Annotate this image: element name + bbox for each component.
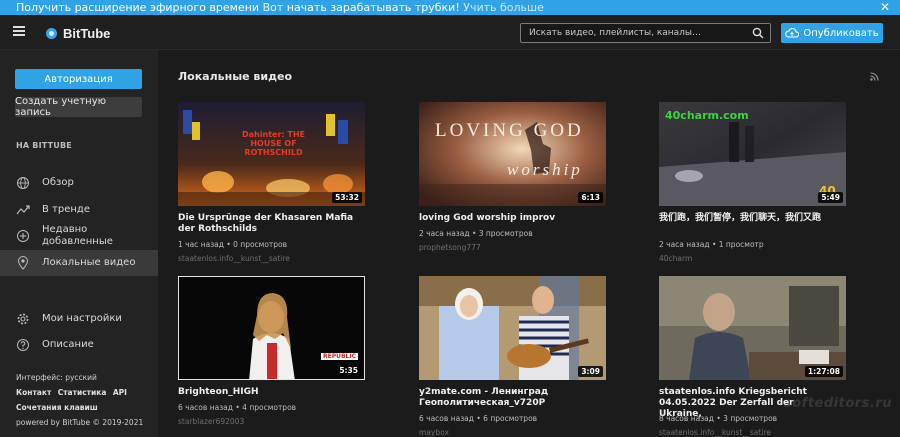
close-icon[interactable]: ✕ xyxy=(880,0,890,15)
video-duration: 5:35 xyxy=(336,365,361,376)
video-thumbnail[interactable]: 1:27:08 xyxy=(659,276,846,380)
page-title: Локальные видео xyxy=(178,70,293,83)
powered-by: powered by BitTube © 2019-2021 xyxy=(16,418,144,427)
menu-icon[interactable] xyxy=(13,26,25,36)
video-title[interactable]: Die Ursprünge der Khasaren Mafia der Rot… xyxy=(178,213,358,235)
video-thumbnail[interactable]: 40charm.com 40 5:49 xyxy=(659,102,846,206)
video-duration: 1:27:08 xyxy=(804,366,843,377)
login-button[interactable]: Авторизация xyxy=(15,69,142,89)
rss-icon[interactable] xyxy=(870,72,879,81)
video-title[interactable]: loving God worship improv xyxy=(419,213,599,224)
video-author[interactable]: staatenlos.info__kunst__satire xyxy=(178,254,290,263)
video-thumbnail[interactable]: Dahinter: THE HOUSE OF ROTHSCHILD 53:32 xyxy=(178,102,365,206)
create-account-button[interactable]: Создать учетную запись xyxy=(15,96,142,118)
video-meta: 2 часа назад • 3 просмотров xyxy=(419,229,533,238)
sidebar-item-local-videos[interactable]: Локальные видео xyxy=(0,250,158,276)
banner-text-1: Получить расширение эфирного времени xyxy=(16,1,260,14)
sidebar-item-settings[interactable]: Мои настройки xyxy=(0,308,158,330)
video-thumbnail[interactable]: LOVING GOD worship 6:13 xyxy=(419,102,606,206)
video-title[interactable]: Brighteon_HIGH xyxy=(178,387,358,398)
sidebar-item-overview[interactable]: Обзор xyxy=(0,172,158,194)
thumbnail-overlay-text: Dahinter: THE HOUSE OF ROTHSCHILD xyxy=(242,130,305,157)
banner-link-learn-more[interactable]: Учить больше xyxy=(463,1,544,14)
watermark: softeditors.ru xyxy=(784,396,893,411)
video-duration: 53:32 xyxy=(332,192,362,203)
sidebar-item-trending[interactable]: В тренде xyxy=(0,199,158,221)
footer-link-stats[interactable]: Статистика xyxy=(58,388,107,397)
cloud-upload-icon xyxy=(785,28,800,38)
sidebar-item-label: Мои настройки xyxy=(42,313,122,324)
logo-text: BitTube xyxy=(63,25,111,41)
video-meta: 1 час назад • 0 просмотров xyxy=(178,240,288,249)
video-meta: 6 часов назад • 6 просмотров xyxy=(419,414,538,423)
footer-link-api[interactable]: API xyxy=(113,388,127,397)
sidebar-item-label: Обзор xyxy=(42,177,74,188)
thumbnail-overlay-text: 40charm.com xyxy=(665,109,749,122)
publish-label: Опубликовать xyxy=(803,27,879,39)
banner-link-earn[interactable]: начать зарабатывать трубки! xyxy=(287,1,460,14)
globe-icon xyxy=(17,177,29,189)
video-title[interactable]: 我们跑，我们暂停，我们聊天，我们又跑 xyxy=(659,213,839,224)
sidebar-item-recent[interactable]: Недавно добавленные xyxy=(0,222,158,250)
video-duration: 6:13 xyxy=(578,192,603,203)
video-duration: 5:49 xyxy=(818,192,843,203)
location-pin-icon xyxy=(17,256,29,270)
keyboard-shortcuts-link[interactable]: Сочетания клавиш xyxy=(16,403,98,412)
publish-button[interactable]: Опубликовать xyxy=(781,23,883,43)
help-icon xyxy=(17,339,29,351)
gear-icon xyxy=(17,313,29,325)
logo[interactable]: BitTube xyxy=(46,23,110,43)
video-author[interactable]: staatenlos.info__kunst__satire xyxy=(659,428,771,437)
video-meta: 8 часов назад • 3 просмотров xyxy=(659,414,778,423)
bittube-logo-icon xyxy=(46,27,57,39)
section-heading: НА BITTUBE xyxy=(16,141,72,150)
thumbnail-overlay-text: worship xyxy=(507,160,583,179)
footer-links: Контакт Статистика API xyxy=(16,388,131,397)
footer-link-contact[interactable]: Контакт xyxy=(16,388,51,397)
trending-icon xyxy=(16,205,30,215)
video-thumbnail[interactable]: 3:09 xyxy=(419,276,606,380)
sidebar-item-label: Описание xyxy=(42,339,94,350)
plus-circle-icon xyxy=(17,230,29,242)
thumbnail-overlay-text: LOVING GOD xyxy=(435,120,584,141)
video-duration: 3:09 xyxy=(578,366,603,377)
video-author[interactable]: starblazer692003 xyxy=(178,417,244,426)
sidebar: Авторизация Создать учетную запись НА BI… xyxy=(0,50,158,437)
promo-banner: Получить расширение эфирного времени Вот… xyxy=(0,0,900,15)
search-input[interactable] xyxy=(521,24,746,42)
video-meta: 2 часа назад • 1 просмотр xyxy=(659,240,764,249)
sidebar-item-label: Недавно добавленные xyxy=(42,224,113,247)
sidebar-item-about[interactable]: Описание xyxy=(0,334,158,356)
banner-text-2: Вот xyxy=(262,1,284,14)
search-icon[interactable] xyxy=(752,27,764,39)
interface-language[interactable]: Интерфейс: русский xyxy=(16,373,97,382)
sidebar-item-label: Локальные видео xyxy=(42,257,136,268)
video-thumbnail[interactable]: REPUBLIC 5:35 xyxy=(178,276,365,380)
video-author[interactable]: prophetsong777 xyxy=(419,243,481,252)
video-author[interactable]: maybox xyxy=(419,428,449,437)
search-box xyxy=(520,23,771,43)
video-meta: 6 часов назад • 4 просмотров xyxy=(178,403,297,412)
top-header: BitTube Опубликовать xyxy=(0,15,900,50)
sidebar-item-label: В тренде xyxy=(42,204,90,215)
video-author[interactable]: 40charm xyxy=(659,254,692,263)
thumbnail-overlay-text: REPUBLIC xyxy=(321,353,359,360)
video-title[interactable]: y2mate.com - Ленинград Геополитическая_v… xyxy=(419,387,599,409)
